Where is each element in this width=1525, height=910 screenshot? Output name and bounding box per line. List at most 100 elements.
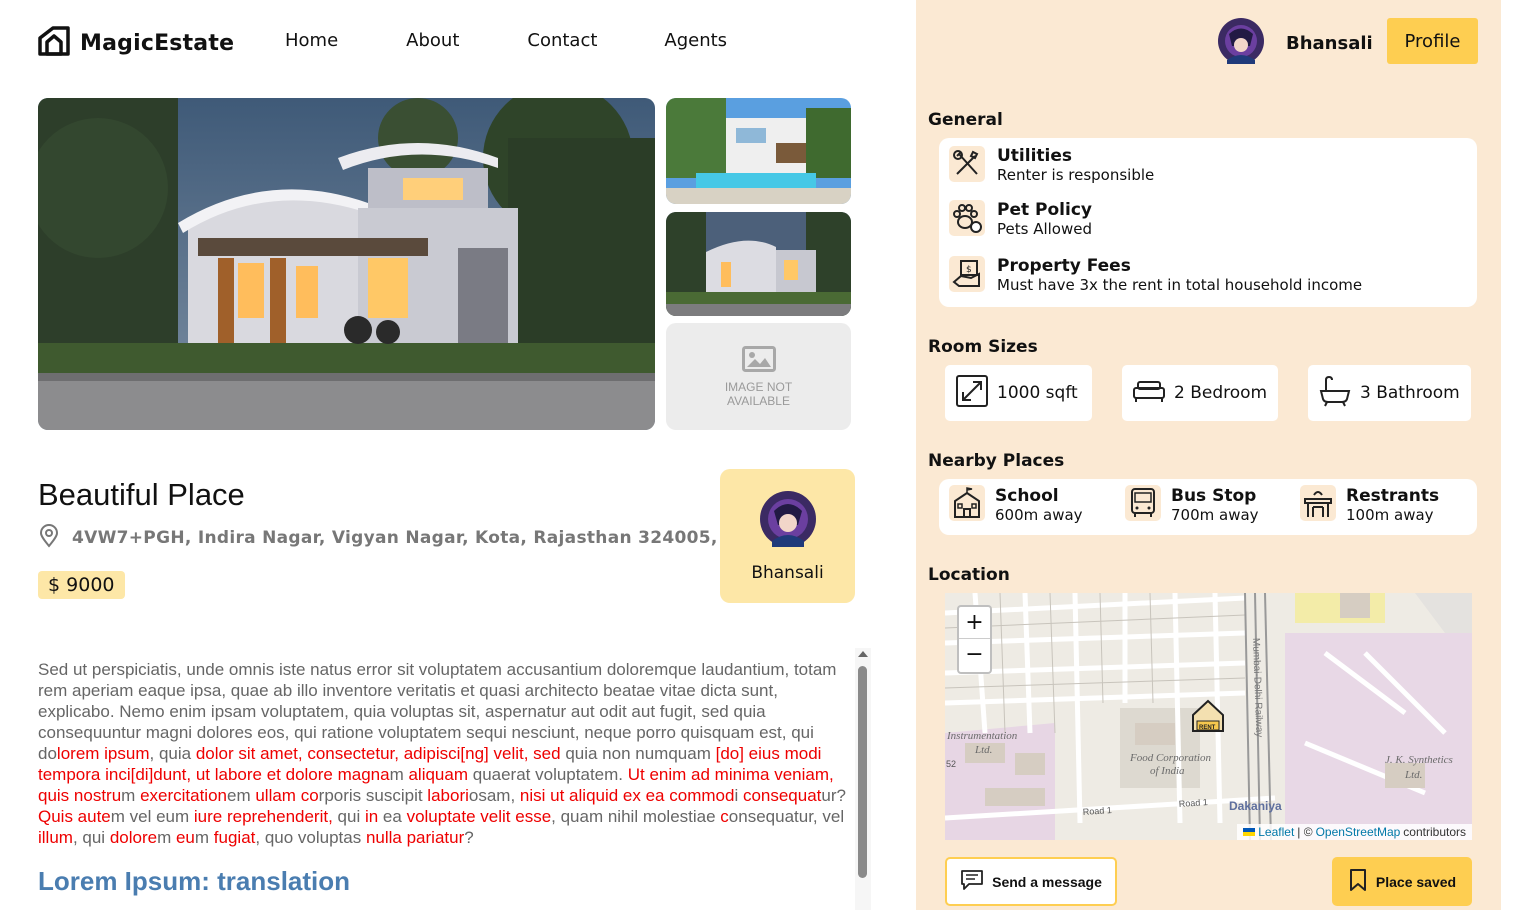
highlighted-text: ullam co bbox=[255, 786, 319, 805]
highlighted-text: eu bbox=[175, 828, 195, 847]
description-heading: Lorem Ipsum: translation bbox=[38, 866, 351, 896]
profile-button[interactable]: Profile bbox=[1387, 18, 1478, 64]
highlighted-text: nulla pariatur bbox=[365, 828, 465, 847]
general-item-subtitle: Renter is responsible bbox=[997, 166, 1155, 184]
thumbnail-2[interactable] bbox=[666, 212, 851, 316]
map-zoom-control: + − bbox=[957, 605, 992, 674]
highlighted-text: Quis aute bbox=[38, 807, 111, 826]
user-name: Bhansali bbox=[1286, 32, 1373, 54]
general-item-property-fees: $ Property Fees Must have 3x the rent in… bbox=[949, 256, 1362, 296]
ukraine-flag-icon bbox=[1243, 825, 1256, 839]
nav-contact[interactable]: Contact bbox=[527, 30, 597, 51]
general-item-subtitle: Must have 3x the rent in total household… bbox=[997, 276, 1363, 294]
highlighted-text: dolor sit amet, consectetur, adipisci[ng… bbox=[195, 744, 489, 763]
description-segment: ea bbox=[378, 807, 407, 826]
map-label-instrumentation: Instrumentation bbox=[946, 730, 1018, 742]
bath-icon bbox=[1318, 374, 1352, 413]
description-segment: m bbox=[157, 828, 176, 847]
nearby-bus-stop: Bus Stop 700m away bbox=[1125, 485, 1259, 525]
description-segment: m vel eum bbox=[110, 807, 194, 826]
general-item-pet-policy: Pet Policy Pets Allowed bbox=[949, 200, 1092, 240]
listing-title: Beautiful Place bbox=[38, 477, 245, 512]
map-attribution: Leaflet | © OpenStreetMap contributors bbox=[1237, 824, 1472, 840]
owner-card[interactable]: Bhansali bbox=[720, 469, 855, 603]
listing-address: 4VW7+PGH, Indira Nagar, Vigyan Nagar, Ko… bbox=[38, 524, 773, 552]
brand-logo[interactable]: MagicEstate bbox=[38, 26, 234, 60]
user-avatar bbox=[1218, 18, 1264, 68]
description-segment: quaerat voluptatem. bbox=[468, 765, 628, 784]
description-panel[interactable]: Sed ut perspiciatis, unde omnis iste nat… bbox=[38, 648, 872, 910]
bathroom-label: 3 Bathroom bbox=[1360, 383, 1460, 403]
main-nav: Home About Contact Agents bbox=[285, 30, 727, 51]
school-icon bbox=[949, 485, 985, 525]
map-label-jk-2: Ltd. bbox=[1404, 769, 1422, 781]
general-title: General bbox=[928, 110, 1003, 130]
description-segment: onsequatur, vel bbox=[728, 807, 845, 826]
scroll-up-arrow-icon[interactable] bbox=[858, 651, 868, 657]
main-content: MagicEstate Home About Contact Agents IM… bbox=[0, 0, 916, 910]
nearby-distance: 100m away bbox=[1346, 505, 1434, 524]
highlighted-text: c bbox=[720, 807, 729, 826]
leaflet-link[interactable]: Leaflet bbox=[1258, 825, 1294, 839]
room-sizes-title: Room Sizes bbox=[928, 337, 1038, 357]
utilities-icon bbox=[949, 146, 985, 186]
general-item-utilities: Utilities Renter is responsible bbox=[949, 146, 1154, 186]
scrollbar-thumb[interactable] bbox=[858, 666, 867, 878]
general-item-title: Utilities bbox=[997, 146, 1073, 166]
description-segment: , quia bbox=[149, 744, 196, 763]
nav-agents[interactable]: Agents bbox=[664, 30, 727, 51]
highlighted-text: nisi ut aliquid ex ea commod bbox=[519, 786, 735, 805]
image-not-available-text: IMAGE NOT AVAILABLE bbox=[724, 379, 793, 408]
size-bathrooms: 3 Bathroom bbox=[1308, 365, 1471, 421]
general-item-title: Property Fees bbox=[997, 256, 1131, 276]
bed-icon bbox=[1132, 378, 1166, 409]
highlighted-text: in bbox=[364, 807, 379, 826]
place-saved-button[interactable]: Place saved bbox=[1332, 857, 1472, 906]
size-bedrooms: 2 Bedroom bbox=[1122, 365, 1278, 421]
description-segment: em bbox=[227, 786, 256, 805]
highlighted-text: labori bbox=[427, 786, 469, 805]
general-item-subtitle: Pets Allowed bbox=[997, 220, 1092, 238]
logo-icon bbox=[38, 26, 70, 60]
description-segment: m bbox=[194, 828, 214, 847]
bookmark-icon bbox=[1348, 868, 1368, 895]
map-label-road-2: Road 1 bbox=[1178, 797, 1208, 809]
pet-icon bbox=[949, 200, 985, 240]
map-label-ltd: Ltd. bbox=[974, 744, 992, 756]
nav-about[interactable]: About bbox=[406, 30, 459, 51]
thumbnail-1[interactable] bbox=[666, 98, 851, 204]
page-edge bbox=[1501, 0, 1525, 910]
main-photo[interactable] bbox=[38, 98, 655, 430]
nearby-title: School bbox=[995, 485, 1059, 506]
nearby-distance: 600m away bbox=[995, 505, 1083, 524]
nearby-title: Restrants bbox=[1346, 485, 1440, 506]
highlighted-text: fugiat bbox=[213, 828, 256, 847]
description-segment: ? bbox=[464, 828, 474, 847]
description-segment: osam, bbox=[468, 786, 520, 805]
location-title: Location bbox=[928, 565, 1010, 585]
attribution-separator: | © bbox=[1297, 825, 1313, 839]
highlighted-text: lorem ipsum bbox=[56, 744, 150, 763]
nearby-card: School 600m away Bus Stop 700m away Rest… bbox=[939, 479, 1477, 535]
description-segment: , quam nihil molestiae bbox=[551, 807, 721, 826]
zoom-in-button[interactable]: + bbox=[959, 607, 990, 639]
description-scrollbar[interactable] bbox=[855, 648, 871, 910]
nearby-distance: 700m away bbox=[1171, 505, 1259, 524]
description-segment: , qui bbox=[72, 828, 110, 847]
send-message-button[interactable]: Send a message bbox=[945, 857, 1117, 906]
highlighted-text: Ut enim ad minima bbox=[627, 765, 770, 784]
currency-symbol: $ bbox=[48, 574, 61, 596]
osm-link[interactable]: OpenStreetMap bbox=[1316, 825, 1401, 839]
nearby-title: Bus Stop bbox=[1171, 485, 1257, 506]
image-icon bbox=[741, 345, 776, 376]
zoom-out-button[interactable]: − bbox=[959, 639, 990, 671]
user-menu[interactable]: Bhansali bbox=[1218, 18, 1373, 68]
highlighted-text: inci[di]dunt, ut labore et dolore magna bbox=[105, 765, 390, 784]
nearby-title: Nearby Places bbox=[928, 451, 1065, 471]
description-segment: quia non numquam bbox=[560, 744, 716, 763]
description-text: Sed ut perspiciatis, unde omnis iste nat… bbox=[38, 659, 856, 848]
svg-text:$: $ bbox=[966, 265, 972, 275]
location-map[interactable]: Instrumentation Ltd. Food Corporation of… bbox=[945, 593, 1472, 840]
nav-home[interactable]: Home bbox=[285, 30, 338, 51]
description-segment: ur? bbox=[821, 786, 846, 805]
